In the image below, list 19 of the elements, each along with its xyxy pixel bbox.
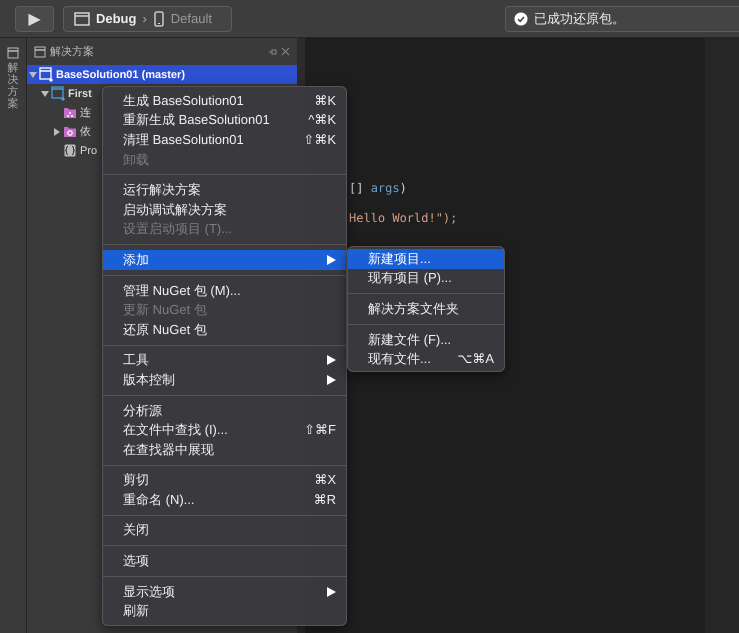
shortcut-label: ⇧⌘F (304, 422, 336, 438)
shortcut-label: ⇧⌘K (303, 132, 336, 148)
tree-label: BaseSolution01 (master) (56, 68, 185, 80)
status-text: 已成功还原包。 (534, 10, 625, 28)
device-label: Default (170, 11, 212, 26)
panel-title: 解决方案 (50, 44, 94, 59)
shortcut-label: ⌘R (314, 492, 336, 508)
shortcut-label: ⌥⌘A (457, 351, 494, 368)
tree-label: Pro (80, 144, 98, 156)
shortcut-label: ⌘K (314, 92, 336, 109)
code-line: [] args) (349, 181, 408, 197)
code-line: Hello World!"); (349, 211, 458, 227)
shortcut-label: ⌘X (314, 472, 336, 488)
tree-label: 依 (80, 125, 91, 139)
breadcrumb-separator: › (142, 11, 147, 26)
tree-label: First (68, 88, 92, 100)
configuration-label: Debug (96, 11, 136, 26)
tree-label: 连 (80, 106, 91, 120)
shortcut-label: ^⌘K (308, 112, 336, 128)
